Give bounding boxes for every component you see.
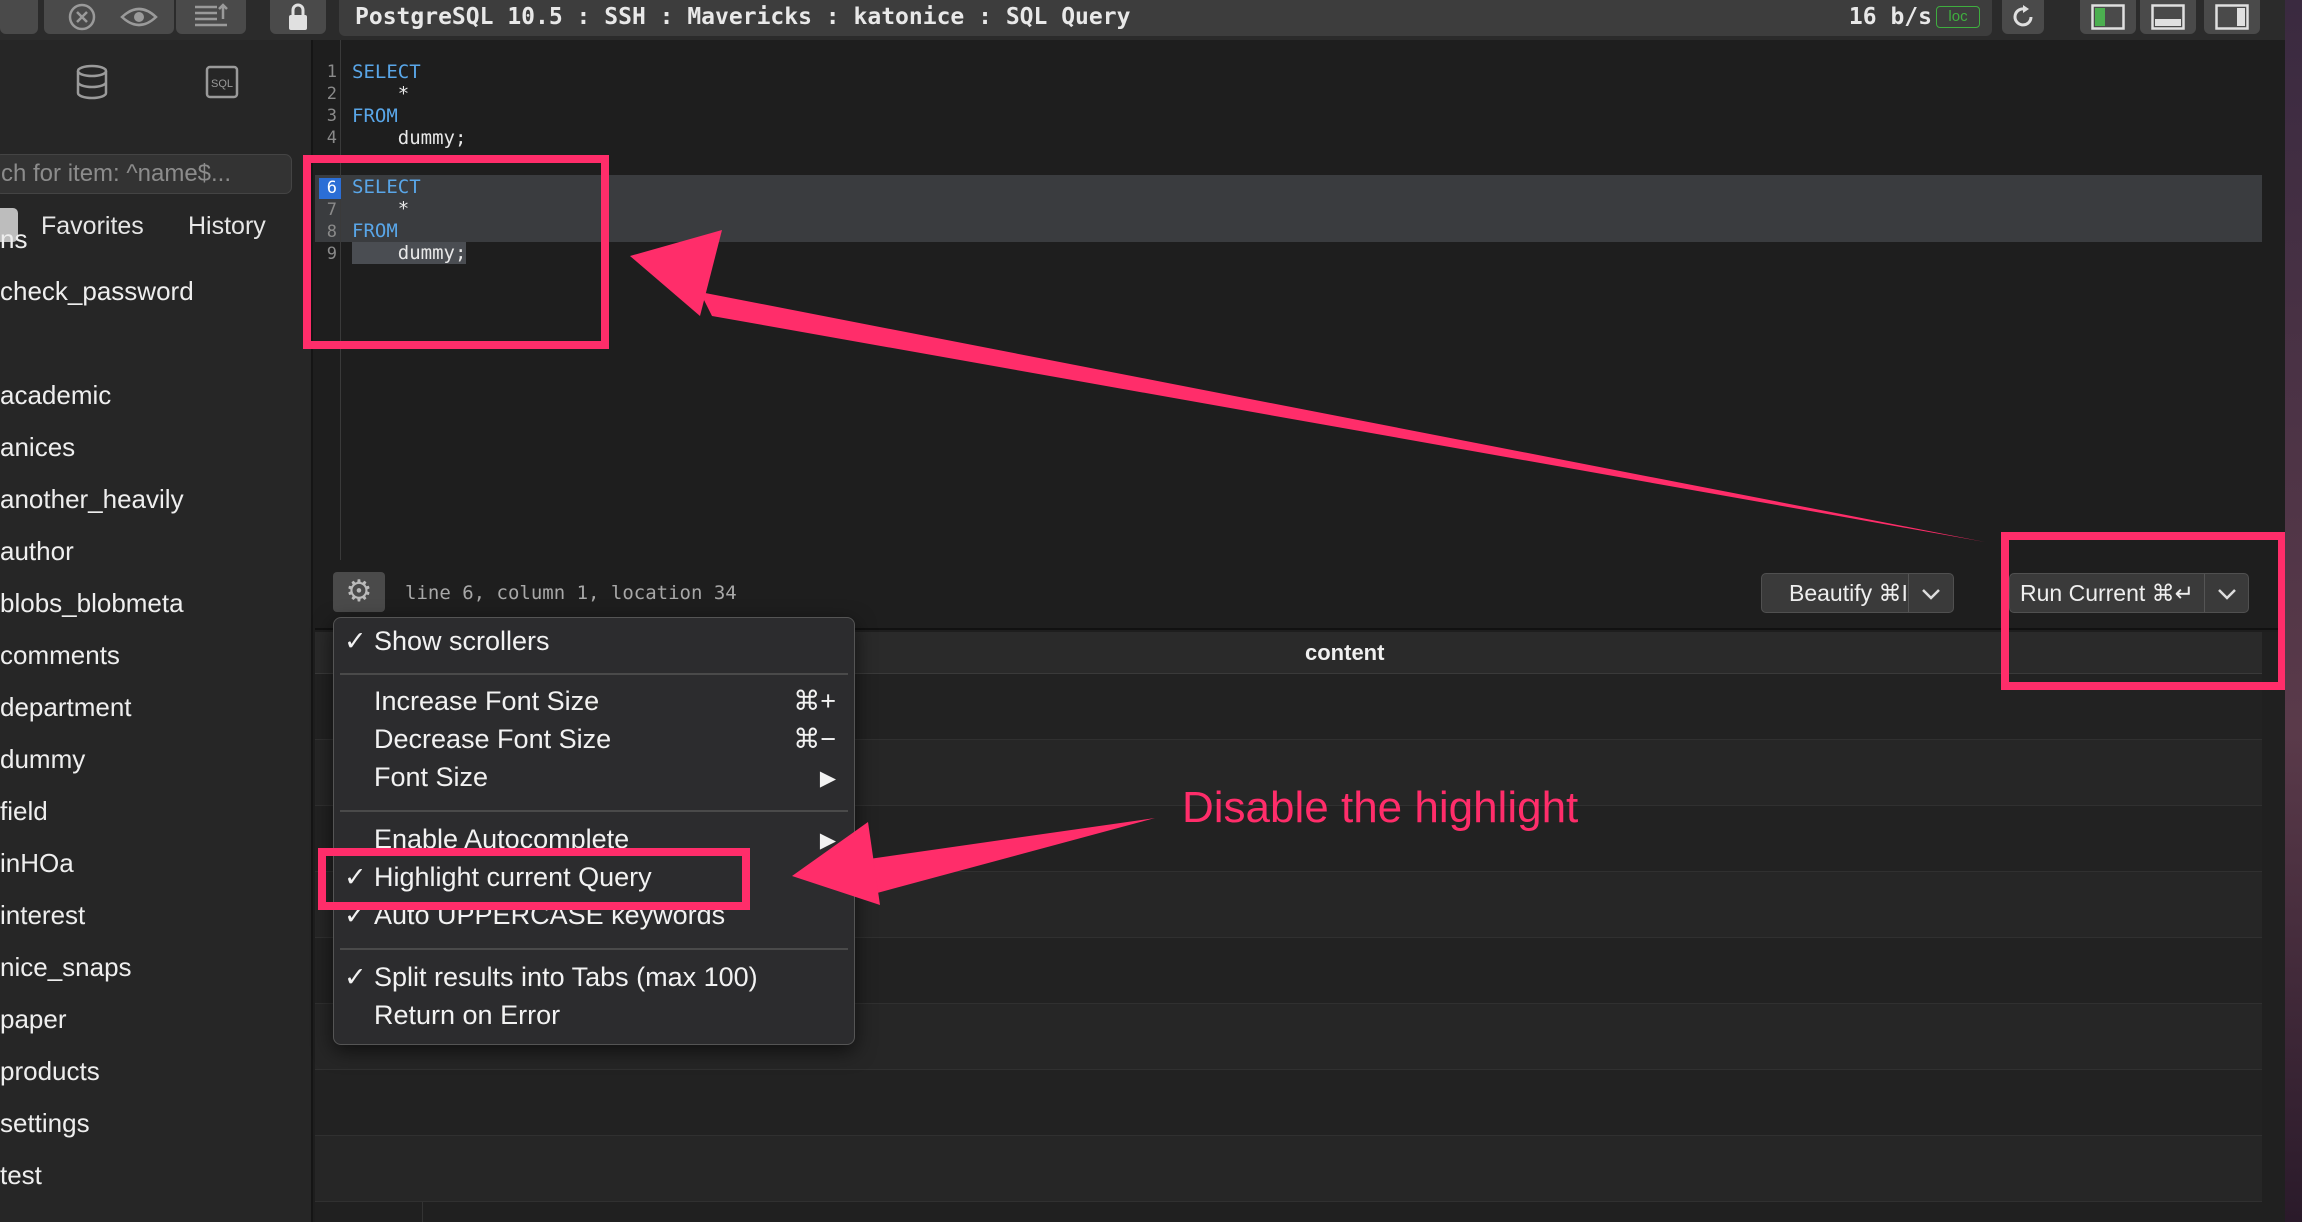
desktop-background-edge xyxy=(2285,0,2302,1222)
arrow-to-highlight-option xyxy=(792,818,1155,905)
arrow-to-highlighted-query xyxy=(630,230,1985,542)
annotation-arrows xyxy=(630,230,1985,905)
